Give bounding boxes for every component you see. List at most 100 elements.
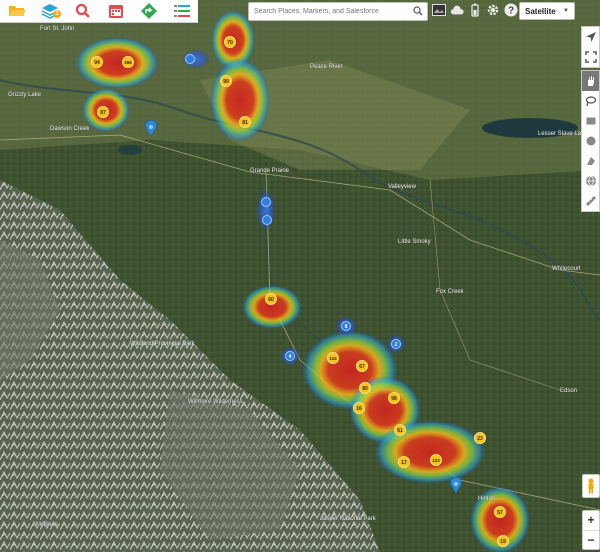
help-icon: ? xyxy=(504,3,518,17)
cluster-marker[interactable]: 4 xyxy=(285,351,295,361)
polygon-tool-button[interactable] xyxy=(582,151,599,171)
cluster-marker[interactable]: 57 xyxy=(494,506,506,518)
cluster-count: 19 xyxy=(500,539,506,545)
cluster-count: 2 xyxy=(395,342,398,348)
cluster-count: 87 xyxy=(100,110,106,116)
search-input[interactable] xyxy=(249,8,406,15)
route-icon xyxy=(140,3,157,19)
cluster-count: 80 xyxy=(362,386,368,392)
battery-button[interactable] xyxy=(468,3,482,17)
cluster-marker[interactable]: 115 xyxy=(327,352,339,364)
cluster-count: 67 xyxy=(359,364,365,370)
cluster-count: 60 xyxy=(268,297,274,303)
image-icon xyxy=(432,4,446,16)
cluster-marker[interactable]: 67 xyxy=(356,360,368,372)
place-label: Willmore Wilderness xyxy=(188,399,243,405)
place-label: Valleyview xyxy=(388,184,417,190)
battery-icon xyxy=(471,3,479,17)
place-label: Peace River xyxy=(310,64,343,70)
folder-button[interactable] xyxy=(0,0,33,22)
map-type-select[interactable]: Satellite ▼ xyxy=(519,2,575,20)
locate-icon xyxy=(585,32,596,42)
satellite-map[interactable]: Grande Prairie Valleyview Dawson Creek Griz… xyxy=(0,0,600,552)
cluster-marker[interactable]: 17 xyxy=(398,456,410,468)
navigation-tools xyxy=(581,26,600,68)
place-label: Fox Creek xyxy=(436,289,465,295)
pegman-icon xyxy=(588,478,594,494)
calendar-icon xyxy=(108,5,123,18)
rectangle-tool-button[interactable] xyxy=(582,111,599,131)
open-folder-icon xyxy=(8,6,26,16)
place-label: Wildland Provincial Park xyxy=(130,341,196,347)
cluster-count: 4 xyxy=(289,354,292,360)
cluster-marker[interactable]: 286 xyxy=(122,56,134,68)
zoom-controls: + − xyxy=(582,510,600,550)
cluster-marker[interactable]: 87 xyxy=(97,106,109,118)
circle-icon xyxy=(586,136,595,146)
lasso-tool-button[interactable] xyxy=(582,91,599,111)
cluster-count: 8 xyxy=(345,324,348,330)
cluster-count: 61 xyxy=(397,428,403,434)
cluster-marker[interactable]: 8 xyxy=(341,321,351,331)
place-label: Grande Prairie xyxy=(250,168,290,174)
pan-tool-button[interactable] xyxy=(582,71,599,91)
place-label: Fort St. John xyxy=(40,26,74,32)
search-icon xyxy=(75,3,90,18)
layers-button[interactable]: 1 xyxy=(33,0,66,22)
cluster-marker[interactable]: 16 xyxy=(353,402,365,414)
top-right-controls: ? xyxy=(432,3,518,17)
globe-tool-button[interactable] xyxy=(582,171,599,191)
cluster-count: 16 xyxy=(356,406,362,412)
rectangle-icon xyxy=(586,117,595,125)
cluster-marker[interactable] xyxy=(261,197,271,207)
list-icon xyxy=(173,5,190,17)
calendar-button[interactable] xyxy=(99,0,132,22)
image-button[interactable] xyxy=(432,3,446,17)
list-button[interactable] xyxy=(165,0,198,22)
search-tool-button[interactable] xyxy=(66,0,99,22)
zoom-in-button[interactable]: + xyxy=(583,511,599,530)
route-button[interactable] xyxy=(132,0,165,22)
cluster-marker[interactable]: 94 xyxy=(91,56,103,68)
cluster-count: 99 xyxy=(223,79,229,85)
fullscreen-button[interactable] xyxy=(582,47,599,67)
zoom-out-button[interactable]: − xyxy=(583,529,599,550)
cluster-marker[interactable]: 23 xyxy=(474,432,486,444)
lasso-icon xyxy=(585,96,596,107)
globe-icon xyxy=(585,175,596,187)
circle-tool-button[interactable] xyxy=(582,131,599,151)
cluster-marker[interactable]: 103 xyxy=(430,454,442,466)
cluster-marker[interactable]: 80 xyxy=(359,382,371,394)
help-button[interactable]: ? xyxy=(504,3,518,17)
cluster-marker[interactable] xyxy=(185,54,195,64)
cluster-count: 57 xyxy=(497,510,503,516)
locate-button[interactable] xyxy=(582,27,599,47)
cluster-count: 98 xyxy=(391,396,397,402)
place-label: Grizzly Lake xyxy=(8,92,42,98)
cluster-count: 17 xyxy=(401,460,407,466)
search-icon[interactable] xyxy=(413,6,423,16)
ruler-icon xyxy=(585,196,596,206)
cluster-marker[interactable]: 99 xyxy=(220,75,232,87)
settings-button[interactable] xyxy=(486,3,500,17)
cluster-marker[interactable]: 60 xyxy=(265,293,277,305)
chevron-down-icon: ▼ xyxy=(563,8,569,14)
ruler-tool-button[interactable] xyxy=(582,191,599,211)
cluster-marker[interactable]: 70 xyxy=(224,36,236,48)
street-view-button[interactable] xyxy=(582,474,600,498)
place-label: Hinton xyxy=(478,496,495,502)
cluster-marker[interactable]: 19 xyxy=(497,535,509,547)
layers-badge: 1 xyxy=(53,10,61,18)
cluster-count: 94 xyxy=(94,60,100,66)
map-type-label: Satellite xyxy=(525,6,556,16)
cluster-count: 81 xyxy=(242,120,248,126)
search-box xyxy=(248,2,428,21)
cloud-icon xyxy=(450,5,464,15)
place-label: Dawson Creek xyxy=(50,126,90,132)
cluster-marker[interactable]: 2 xyxy=(391,339,401,349)
cluster-marker[interactable] xyxy=(262,215,272,225)
weather-button[interactable] xyxy=(450,3,464,17)
cluster-marker[interactable]: 98 xyxy=(388,392,400,404)
cluster-marker[interactable]: 81 xyxy=(239,116,251,128)
cluster-marker[interactable]: 61 xyxy=(394,424,406,436)
